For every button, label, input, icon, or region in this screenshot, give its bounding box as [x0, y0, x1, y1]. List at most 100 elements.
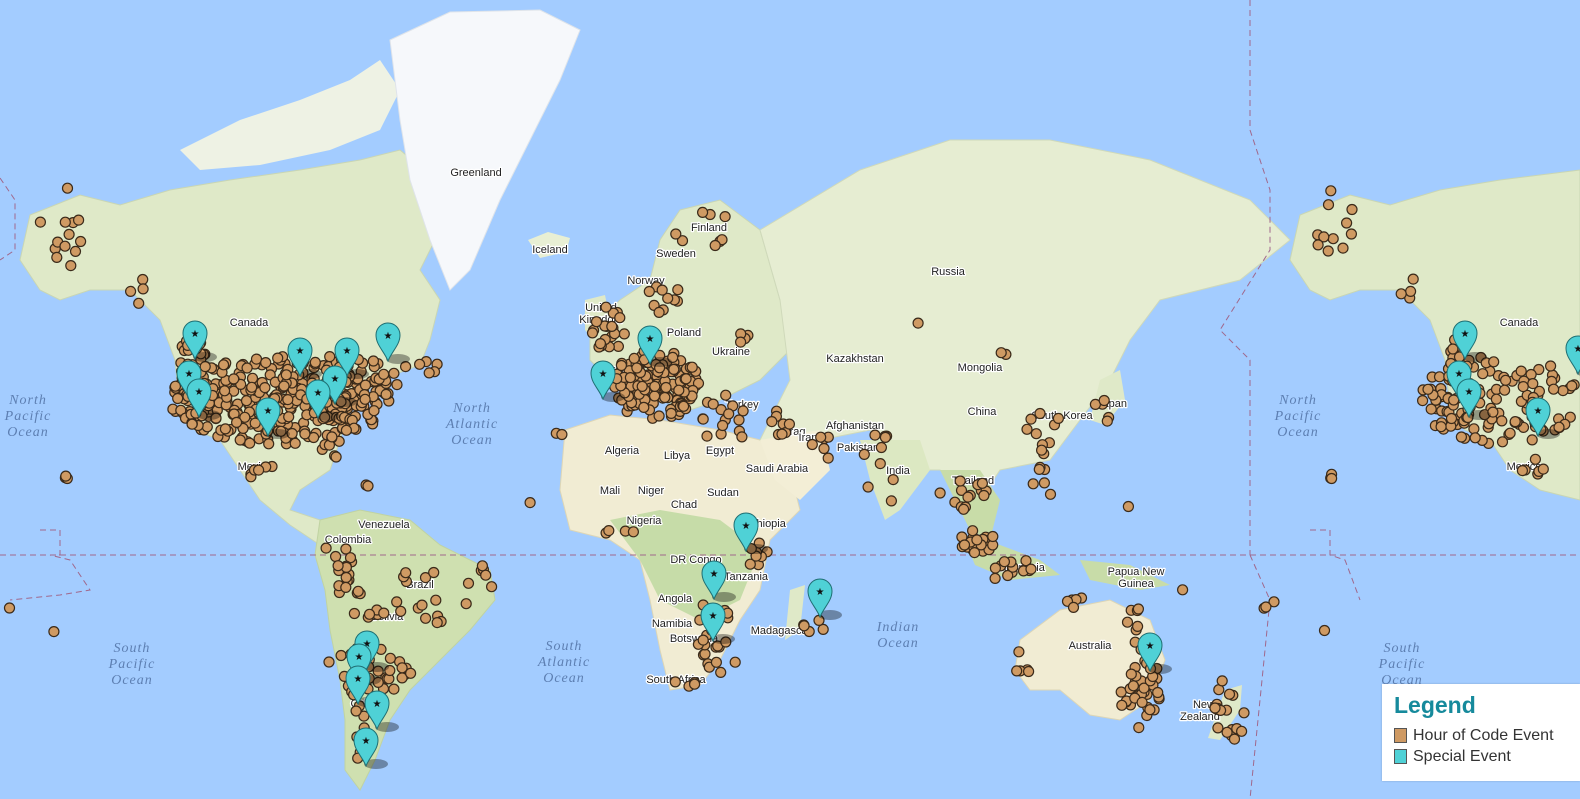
- hour-of-code-marker[interactable]: [1504, 427, 1516, 439]
- hour-of-code-marker[interactable]: [1013, 646, 1025, 658]
- hour-of-code-marker[interactable]: [858, 448, 870, 460]
- hour-of-code-marker[interactable]: [995, 347, 1007, 359]
- hour-of-code-marker[interactable]: [59, 216, 71, 228]
- hour-of-code-marker[interactable]: [240, 395, 253, 407]
- hour-of-code-marker[interactable]: [934, 487, 946, 499]
- hour-of-code-marker[interactable]: [600, 301, 612, 313]
- hour-of-code-marker[interactable]: [672, 284, 684, 296]
- hour-of-code-marker[interactable]: [1498, 384, 1511, 396]
- hour-of-code-marker[interactable]: [719, 211, 731, 223]
- hour-of-code-marker[interactable]: [259, 382, 271, 394]
- hour-of-code-marker[interactable]: [1337, 242, 1349, 254]
- hour-of-code-marker[interactable]: [324, 351, 336, 363]
- hour-of-code-marker[interactable]: [1235, 725, 1248, 737]
- hour-of-code-marker[interactable]: [874, 458, 886, 470]
- hour-of-code-marker[interactable]: [1547, 383, 1560, 395]
- hour-of-code-marker[interactable]: [74, 235, 87, 248]
- hour-of-code-marker[interactable]: [1312, 239, 1324, 251]
- hour-of-code-marker[interactable]: [1318, 624, 1331, 637]
- hour-of-code-marker[interactable]: [862, 481, 874, 493]
- hour-of-code-marker[interactable]: [962, 491, 974, 503]
- hour-of-code-marker[interactable]: [715, 666, 727, 679]
- hour-of-code-marker[interactable]: [133, 297, 145, 309]
- hour-of-code-marker[interactable]: [1127, 680, 1140, 692]
- hour-of-code-marker[interactable]: [709, 239, 721, 252]
- hour-of-code-marker[interactable]: [1209, 702, 1221, 714]
- hour-of-code-marker[interactable]: [1022, 665, 1035, 678]
- hour-of-code-marker[interactable]: [219, 385, 231, 397]
- hour-of-code-marker[interactable]: [395, 605, 407, 617]
- hour-of-code-marker[interactable]: [169, 380, 181, 392]
- hour-of-code-marker[interactable]: [594, 338, 607, 350]
- hour-of-code-marker[interactable]: [1176, 584, 1189, 596]
- hour-of-code-marker[interactable]: [396, 662, 408, 674]
- hour-of-code-marker[interactable]: [696, 206, 709, 218]
- hour-of-code-marker[interactable]: [420, 612, 432, 624]
- hour-of-code-marker[interactable]: [1496, 436, 1509, 448]
- hour-of-code-marker[interactable]: [430, 594, 442, 606]
- hour-of-code-marker[interactable]: [359, 393, 371, 405]
- hour-of-code-marker[interactable]: [1544, 360, 1557, 372]
- hour-of-code-marker[interactable]: [1030, 428, 1042, 440]
- hour-of-code-marker[interactable]: [1136, 696, 1148, 709]
- hour-of-code-marker[interactable]: [701, 430, 713, 442]
- hour-of-code-marker[interactable]: [798, 620, 810, 632]
- hour-of-code-marker[interactable]: [380, 388, 392, 400]
- hour-of-code-marker[interactable]: [63, 228, 75, 240]
- hour-of-code-marker[interactable]: [665, 407, 677, 419]
- hour-of-code-marker[interactable]: [280, 369, 292, 381]
- hour-of-code-marker[interactable]: [1435, 421, 1447, 433]
- hour-of-code-marker[interactable]: [958, 539, 971, 551]
- hour-of-code-marker[interactable]: [615, 359, 628, 372]
- hour-of-code-marker[interactable]: [1133, 721, 1145, 734]
- hour-of-code-marker[interactable]: [697, 413, 709, 425]
- hour-of-code-marker[interactable]: [971, 534, 983, 546]
- hour-of-code-marker[interactable]: [1132, 603, 1145, 615]
- hour-of-code-marker[interactable]: [348, 607, 360, 620]
- hour-of-code-marker[interactable]: [1537, 463, 1549, 475]
- hour-of-code-marker[interactable]: [699, 648, 711, 660]
- hour-of-code-marker[interactable]: [460, 598, 472, 610]
- hour-of-code-marker[interactable]: [332, 560, 344, 572]
- hour-of-code-marker[interactable]: [656, 284, 668, 296]
- hour-of-code-marker[interactable]: [1122, 500, 1135, 513]
- hour-of-code-marker[interactable]: [48, 625, 60, 638]
- hour-of-code-marker[interactable]: [282, 394, 294, 406]
- hour-of-code-marker[interactable]: [362, 480, 374, 492]
- hour-of-code-marker[interactable]: [822, 452, 834, 464]
- hour-of-code-marker[interactable]: [1509, 416, 1521, 428]
- hour-of-code-marker[interactable]: [653, 410, 665, 422]
- hour-of-code-marker[interactable]: [624, 372, 637, 384]
- hour-of-code-marker[interactable]: [586, 327, 599, 339]
- hour-of-code-marker[interactable]: [1527, 378, 1539, 390]
- hour-of-code-marker[interactable]: [378, 607, 390, 619]
- hour-of-code-marker[interactable]: [352, 585, 364, 597]
- hour-of-code-marker[interactable]: [350, 705, 362, 717]
- hour-of-code-marker[interactable]: [524, 497, 536, 509]
- hour-of-code-marker[interactable]: [59, 240, 71, 252]
- hour-of-code-marker[interactable]: [1404, 285, 1417, 297]
- hour-of-code-marker[interactable]: [476, 560, 488, 572]
- hour-of-code-marker[interactable]: [1490, 393, 1503, 405]
- hour-of-code-marker[interactable]: [72, 214, 85, 226]
- hour-of-code-marker[interactable]: [603, 524, 615, 537]
- hour-of-code-marker[interactable]: [912, 317, 924, 329]
- hour-of-code-marker[interactable]: [1433, 371, 1446, 383]
- hour-of-code-marker[interactable]: [1526, 434, 1538, 446]
- hour-of-code-marker[interactable]: [1322, 245, 1334, 257]
- hour-of-code-marker[interactable]: [391, 379, 403, 391]
- hour-of-code-marker[interactable]: [363, 608, 376, 620]
- hour-of-code-marker[interactable]: [590, 316, 603, 328]
- hour-of-code-marker[interactable]: [1327, 233, 1339, 245]
- hour-of-code-marker[interactable]: [1496, 415, 1508, 427]
- hour-of-code-marker[interactable]: [1131, 620, 1144, 633]
- hour-of-code-marker[interactable]: [818, 442, 830, 455]
- hour-of-code-marker[interactable]: [391, 596, 403, 608]
- hour-of-code-marker[interactable]: [734, 336, 747, 348]
- hour-of-code-marker[interactable]: [400, 567, 412, 579]
- hour-of-code-marker[interactable]: [1027, 478, 1039, 490]
- hour-of-code-marker[interactable]: [1346, 203, 1358, 216]
- hour-of-code-marker[interactable]: [806, 438, 818, 451]
- hour-of-code-marker[interactable]: [628, 352, 640, 364]
- hour-of-code-marker[interactable]: [384, 652, 396, 664]
